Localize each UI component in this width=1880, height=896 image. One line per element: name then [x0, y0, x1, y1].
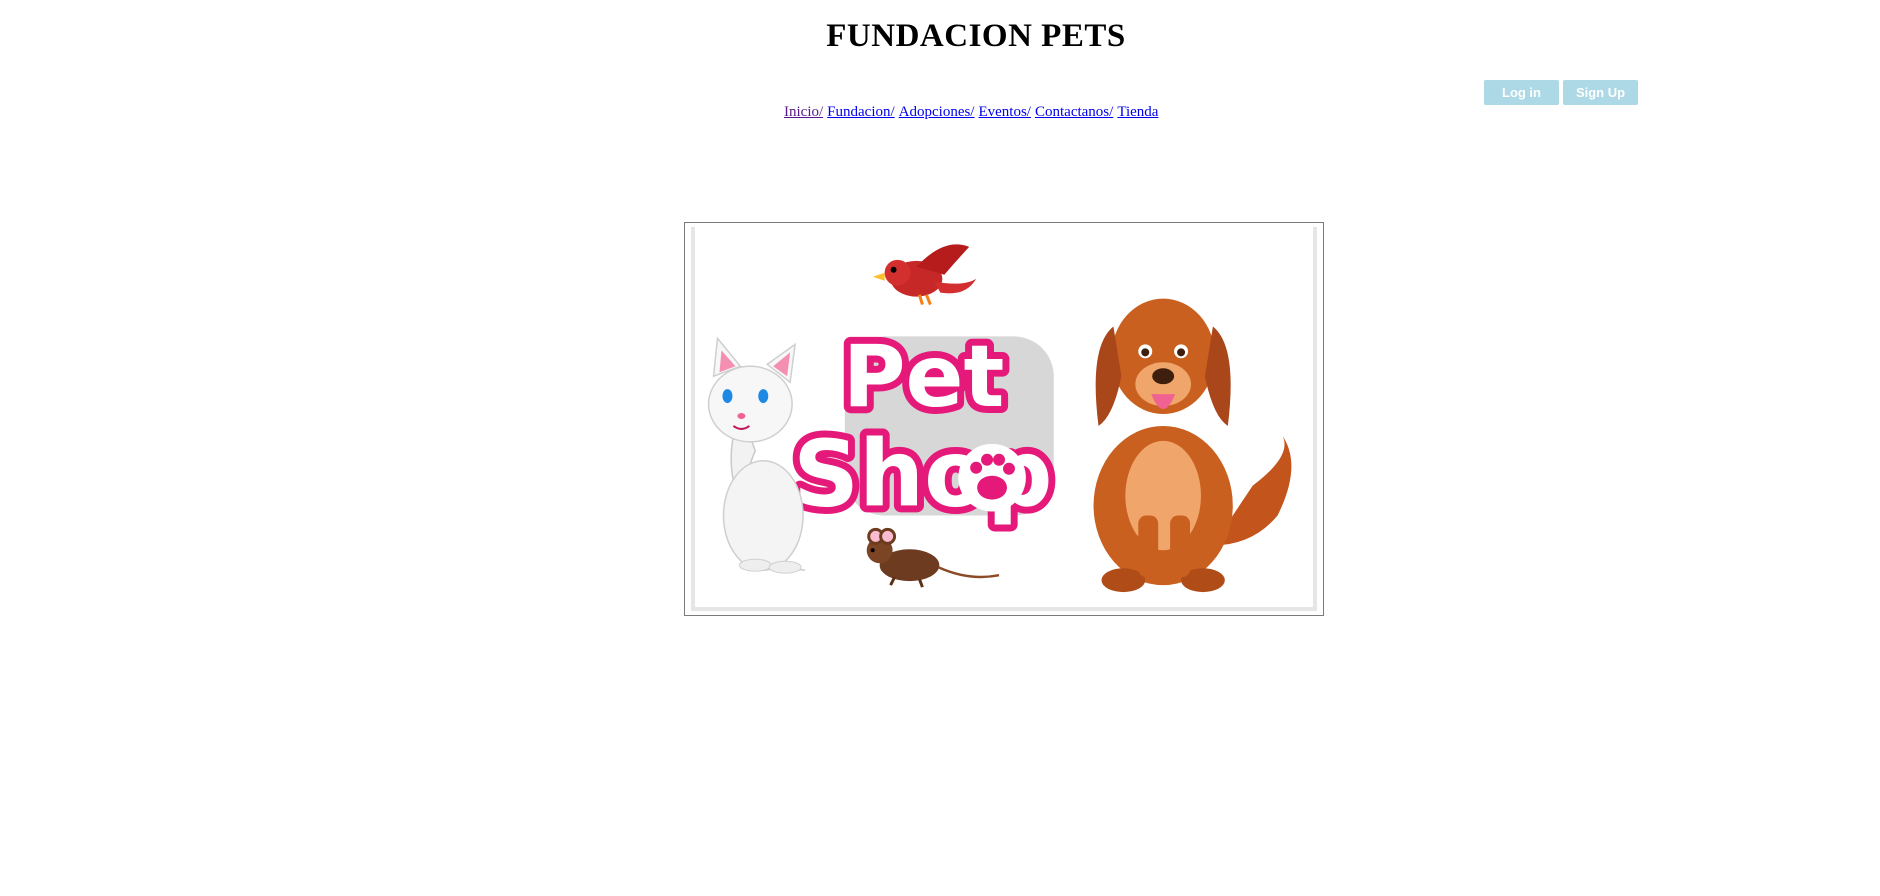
nav-link-contactanos[interactable]: Contactanos/ — [1035, 104, 1113, 120]
pet-shop-illustration: Pet Pet Shop Shop — [707, 244, 1292, 593]
pet-shop-banner: Pet Pet Shop Shop — [684, 222, 1324, 616]
signup-button[interactable]: Sign Up — [1563, 80, 1638, 105]
login-button[interactable]: Log in — [1484, 80, 1559, 105]
bird-icon — [872, 244, 977, 306]
logo-line-pet-fill: Pet — [843, 328, 1005, 427]
nav-link-tienda[interactable]: Tienda — [1117, 104, 1158, 120]
mouse-icon — [866, 527, 1000, 588]
nav-link-eventos[interactable]: Eventos/ — [978, 104, 1031, 120]
nav-link-fundacion[interactable]: Fundacion/ — [827, 104, 895, 120]
site-title: FUNDACION PETS — [826, 18, 1126, 54]
cat-icon — [707, 336, 806, 574]
pet-shop-banner-image: Pet Pet Shop Shop — [691, 227, 1317, 611]
paw-icon — [958, 443, 1026, 512]
dog-icon — [1093, 298, 1292, 593]
nav-link-adopciones[interactable]: Adopciones/ — [899, 104, 975, 120]
auth-buttons: Log in Sign Up — [1484, 80, 1638, 105]
main-nav: Inicio/Fundacion/Adopciones/Eventos/Cont… — [784, 104, 1162, 121]
nav-link-inicio[interactable]: Inicio/ — [784, 104, 823, 120]
